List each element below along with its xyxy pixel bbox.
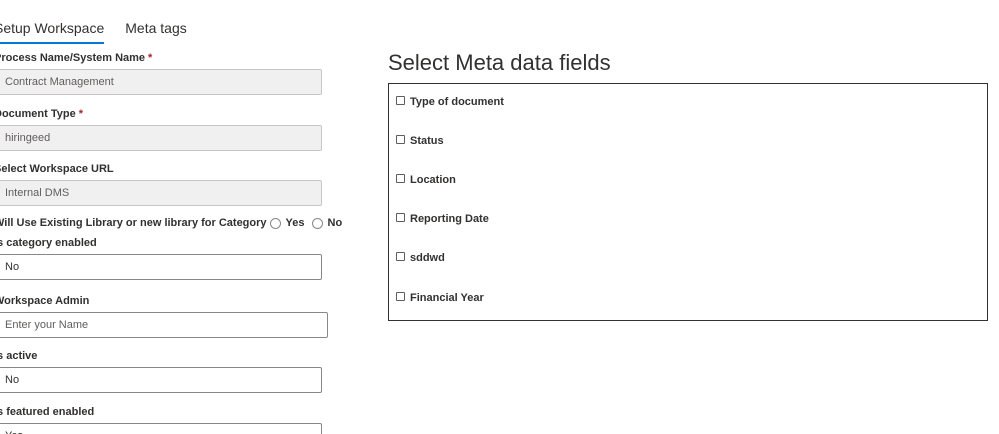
meta-field-location[interactable]: Location	[396, 173, 456, 186]
meta-fields-panel: Type of document Status Location Reporti…	[388, 83, 988, 321]
tab-bar: Setup Workspace Meta tags	[0, 14, 187, 44]
existing-library-label: Will Use Existing Library or new library…	[0, 217, 267, 229]
meta-field-label: Status	[410, 135, 444, 147]
checkbox-icon[interactable]	[396, 134, 405, 144]
workspace-admin-label: Workspace Admin	[0, 295, 90, 307]
category-enabled-field[interactable]: No	[0, 254, 322, 280]
featured-enabled-label: Is featured enabled	[0, 406, 95, 418]
meta-field-label: Type of document	[410, 96, 504, 108]
tab-meta-tags[interactable]: Meta tags	[125, 14, 186, 44]
radio-option-no[interactable]: No	[310, 217, 343, 229]
meta-field-label: Location	[410, 174, 456, 186]
is-active-label: Is active	[0, 350, 38, 362]
document-type-label: Document Type *	[0, 108, 83, 120]
checkbox-icon[interactable]	[396, 173, 405, 183]
featured-enabled-field[interactable]: Yes	[0, 423, 322, 434]
meta-field-financial-year[interactable]: Financial Year	[396, 291, 484, 304]
existing-library-row: Will Use Existing Library or new library…	[0, 215, 342, 231]
meta-field-label: Reporting Date	[410, 213, 489, 225]
page: Setup Workspace Meta tags Process Name/S…	[0, 0, 999, 434]
required-marker: *	[148, 52, 153, 64]
workspace-url-label: Select Workspace URL	[0, 163, 114, 175]
process-name-label-text: Process Name/System Name	[0, 52, 146, 64]
radio-yes-label: Yes	[285, 217, 305, 229]
category-enabled-label: Is category enabled	[0, 237, 97, 249]
meta-field-sddwd[interactable]: sddwd	[396, 251, 445, 264]
meta-field-label: Financial Year	[410, 292, 484, 304]
meta-field-type-of-document[interactable]: Type of document	[396, 95, 504, 108]
checkbox-icon[interactable]	[396, 291, 405, 301]
checkbox-icon[interactable]	[396, 95, 405, 105]
meta-field-status[interactable]: Status	[396, 134, 444, 147]
process-name-label: Process Name/System Name *	[0, 52, 152, 64]
workspace-url-field[interactable]: Internal DMS	[0, 180, 322, 206]
checkbox-icon[interactable]	[396, 212, 405, 222]
document-type-field[interactable]: hiringeed	[0, 125, 322, 151]
workspace-admin-input[interactable]: Enter your Name	[0, 312, 328, 338]
tab-setup-workspace[interactable]: Setup Workspace	[0, 14, 105, 44]
radio-circle-icon[interactable]	[311, 217, 323, 229]
required-marker: *	[78, 108, 83, 120]
meta-field-label: sddwd	[410, 252, 445, 264]
process-name-field[interactable]: Contract Management	[0, 69, 322, 95]
radio-circle-icon[interactable]	[269, 217, 281, 229]
is-active-field[interactable]: No	[0, 367, 322, 393]
meta-panel-title: Select Meta data fields	[388, 50, 611, 75]
document-type-label-text: Document Type	[0, 108, 76, 120]
radio-no-label: No	[327, 217, 343, 229]
radio-option-yes[interactable]: Yes	[268, 217, 305, 229]
meta-field-reporting-date[interactable]: Reporting Date	[396, 212, 489, 225]
checkbox-icon[interactable]	[396, 251, 405, 261]
